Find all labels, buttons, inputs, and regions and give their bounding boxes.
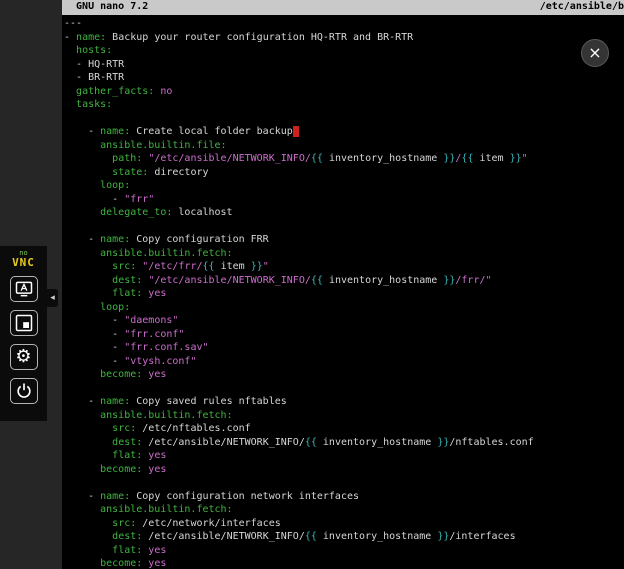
editor-line: - name: Copy configuration FRR <box>64 233 624 247</box>
nano-titlebar: GNU nano 7.2 /etc/ansible/b <box>62 0 624 15</box>
editor-line: become: yes <box>64 463 624 477</box>
editor-line <box>64 382 624 396</box>
novnc-logo: no VNC <box>12 250 35 268</box>
editor-line: - "vtysh.conf" <box>64 355 624 369</box>
novnc-logo-text: VNC <box>12 257 35 268</box>
editor-line: - name: Copy saved rules nftables <box>64 395 624 409</box>
editor-line: dest: "/etc/ansible/NETWORK_INFO/{{ inve… <box>64 274 624 288</box>
editor-line: - name: Copy configuration network inter… <box>64 490 624 504</box>
editor-line: --- <box>64 17 624 31</box>
editor-line: flat: yes <box>64 544 624 558</box>
editor-line: dest: /etc/ansible/NETWORK_INFO/{{ inven… <box>64 530 624 544</box>
editor-line: ansible.builtin.fetch: <box>64 409 624 423</box>
gear-icon: ⚙ <box>15 348 31 366</box>
editor-line: - HQ-RTR <box>64 58 624 72</box>
editor-line: gather_facts: no <box>64 85 624 99</box>
editor-line: become: yes <box>64 368 624 382</box>
editor-line: ansible.builtin.file: <box>64 139 624 153</box>
editor-line: path: "/etc/ansible/NETWORK_INFO/{{ inve… <box>64 152 624 166</box>
settings-button[interactable]: ⚙ <box>10 344 38 370</box>
editor-line: ansible.builtin.fetch: <box>64 247 624 261</box>
editor-line <box>64 112 624 126</box>
novnc-control-bar: no VNC ⚙ <box>0 246 47 421</box>
power-icon <box>14 381 34 401</box>
control-bar-handle[interactable]: ◂ <box>47 289 58 307</box>
close-button[interactable]: × <box>581 39 609 67</box>
editor-line: hosts: <box>64 44 624 58</box>
editor-line: - name: Create local folder backup <box>64 125 624 139</box>
editor-line: become: yes <box>64 557 624 569</box>
editor-line: tasks: <box>64 98 624 112</box>
nano-version: GNU nano 7.2 <box>64 1 148 15</box>
power-button[interactable] <box>10 378 38 404</box>
editor-line: flat: yes <box>64 287 624 301</box>
editor-line: - BR-RTR <box>64 71 624 85</box>
editor-line: src: /etc/nftables.conf <box>64 422 624 436</box>
editor-line: loop: <box>64 179 624 193</box>
editor-line <box>64 220 624 234</box>
screen: no VNC ⚙ <box>0 0 624 569</box>
nano-filepath: /etc/ansible/b <box>540 1 624 15</box>
editor-content: ---- name: Backup your router configurat… <box>62 15 624 569</box>
editor-line <box>64 476 624 490</box>
editor-line: - "frr" <box>64 193 624 207</box>
editor-line: ansible.builtin.fetch: <box>64 503 624 517</box>
editor-line: state: directory <box>64 166 624 180</box>
editor-line: flat: yes <box>64 449 624 463</box>
chevron-left-icon: ◂ <box>50 293 55 303</box>
editor-line: - "frr.conf" <box>64 328 624 342</box>
editor-line: loop: <box>64 301 624 315</box>
editor-line: - "daemons" <box>64 314 624 328</box>
close-icon: × <box>588 45 601 61</box>
editor-line: src: /etc/network/interfaces <box>64 517 624 531</box>
monitor-a-icon <box>14 279 34 299</box>
editor-line: src: "/etc/frr/{{ item }}" <box>64 260 624 274</box>
editor-line: - "frr.conf.sav" <box>64 341 624 355</box>
screen-keys-button[interactable] <box>10 276 38 302</box>
fullscreen-icon <box>14 313 34 333</box>
fullscreen-button[interactable] <box>10 310 38 336</box>
editor-line: dest: /etc/ansible/NETWORK_INFO/{{ inven… <box>64 436 624 450</box>
nano-terminal[interactable]: GNU nano 7.2 /etc/ansible/b ---- name: B… <box>62 0 624 569</box>
editor-line: delegate_to: localhost <box>64 206 624 220</box>
editor-line: - name: Backup your router configuration… <box>64 31 624 45</box>
